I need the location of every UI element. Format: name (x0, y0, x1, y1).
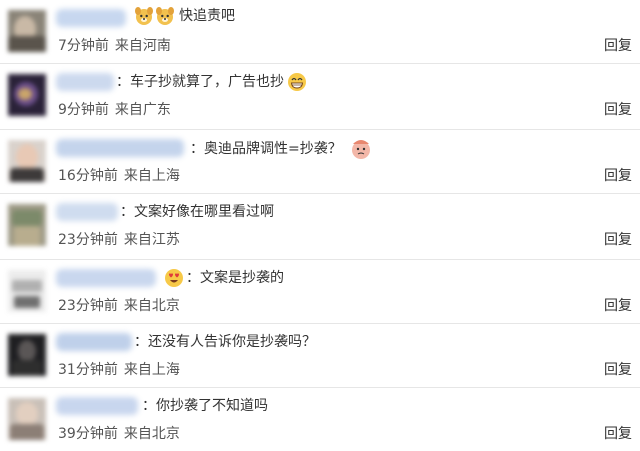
username[interactable] (56, 139, 184, 157)
username[interactable] (56, 9, 126, 27)
avatar[interactable] (8, 334, 46, 376)
comment-time: 39分钟前 (58, 426, 118, 442)
comment-item: 快追责吧 7分钟前 来自河南 回复 (0, 0, 640, 64)
comment-item: ：你抄袭了不知道吗 39分钟前 来自北京 回复 (0, 388, 640, 451)
comment-meta: 23分钟前 来自江苏 (58, 230, 180, 250)
username[interactable] (56, 203, 118, 221)
comment-list: 快追责吧 7分钟前 来自河南 回复 ：车子抄就算了，广告也抄 9分钟前 来自广东 回… (0, 0, 640, 451)
comment-location: 来自北京 (123, 426, 180, 442)
comment-text: ：车子抄就算了，广告也抄 (116, 74, 284, 90)
comment-body: ：文案是抄袭的 (164, 268, 284, 288)
comment-meta: 16分钟前 来自上海 (58, 166, 180, 186)
reply-button[interactable]: 回复 (604, 230, 632, 250)
comment-item: ：奥迪品牌调性=抄袭？ 16分钟前 来自上海 回复 (0, 130, 640, 194)
reply-button[interactable]: 回复 (604, 100, 632, 120)
comment-body: 快追责吧 (134, 6, 235, 26)
heart-eyes-emoji-icon (165, 269, 183, 287)
comment-location: 来自上海 (123, 168, 180, 184)
comment-body: ：你抄袭了不知道吗 (142, 396, 268, 416)
comment-location: 来自河南 (114, 38, 171, 54)
comment-text: ：你抄袭了不知道吗 (142, 398, 268, 414)
comment-location: 来自北京 (123, 298, 180, 314)
comment-meta: 31分钟前 来自上海 (58, 360, 180, 380)
comment-time: 9分钟前 (58, 102, 109, 118)
comment-meta: 9分钟前 来自广东 (58, 100, 171, 120)
comment-item: ：文案是抄袭的 23分钟前 来自北京 回复 (0, 260, 640, 324)
username[interactable] (56, 269, 156, 287)
comment-body: ：还没有人告诉你是抄袭吗？ (134, 332, 316, 352)
confused-face-emoji-icon (351, 140, 370, 159)
avatar[interactable] (8, 10, 46, 52)
comment-text: 快追责吧 (179, 8, 235, 24)
comment-location: 来自上海 (123, 362, 180, 378)
comment-location: 来自江苏 (123, 232, 180, 248)
dog-face-emoji-icon (135, 7, 153, 25)
comment-text: ：文案是抄袭的 (186, 270, 284, 286)
dog-face-emoji-icon (156, 7, 174, 25)
comment-body: ：奥迪品牌调性=抄袭？ (190, 138, 372, 160)
comment-time: 23分钟前 (58, 298, 118, 314)
comment-text: ：文案好像在哪里看过啊 (120, 204, 274, 220)
comment-time: 7分钟前 (58, 38, 109, 54)
comment-item: ：文案好像在哪里看过啊 23分钟前 来自江苏 回复 (0, 194, 640, 260)
reply-button[interactable]: 回复 (604, 296, 632, 316)
comment-text: ：奥迪品牌调性=抄袭？ (190, 141, 342, 157)
username[interactable] (56, 397, 138, 415)
avatar[interactable] (8, 74, 46, 116)
avatar[interactable] (8, 270, 46, 312)
comment-item: ：还没有人告诉你是抄袭吗？ 31分钟前 来自上海 回复 (0, 324, 640, 388)
username[interactable] (56, 73, 114, 91)
comment-body: ：文案好像在哪里看过啊 (120, 202, 274, 222)
grinning-emoji-icon (288, 73, 306, 91)
comment-time: 23分钟前 (58, 232, 118, 248)
username[interactable] (56, 333, 132, 351)
reply-button[interactable]: 回复 (604, 36, 632, 56)
comment-time: 16分钟前 (58, 168, 118, 184)
comment-body: ：车子抄就算了，广告也抄 (116, 72, 307, 92)
reply-button[interactable]: 回复 (604, 166, 632, 186)
comment-meta: 23分钟前 来自北京 (58, 296, 180, 316)
avatar[interactable] (8, 398, 46, 440)
comment-meta: 39分钟前 来自北京 (58, 424, 180, 444)
avatar[interactable] (8, 140, 46, 182)
comment-item: ：车子抄就算了，广告也抄 9分钟前 来自广东 回复 (0, 64, 640, 130)
comment-meta: 7分钟前 来自河南 (58, 36, 171, 56)
reply-button[interactable]: 回复 (604, 360, 632, 380)
comment-location: 来自广东 (114, 102, 171, 118)
avatar[interactable] (8, 204, 46, 246)
comment-text: ：还没有人告诉你是抄袭吗？ (134, 334, 316, 350)
reply-button[interactable]: 回复 (604, 424, 632, 444)
comment-time: 31分钟前 (58, 362, 118, 378)
